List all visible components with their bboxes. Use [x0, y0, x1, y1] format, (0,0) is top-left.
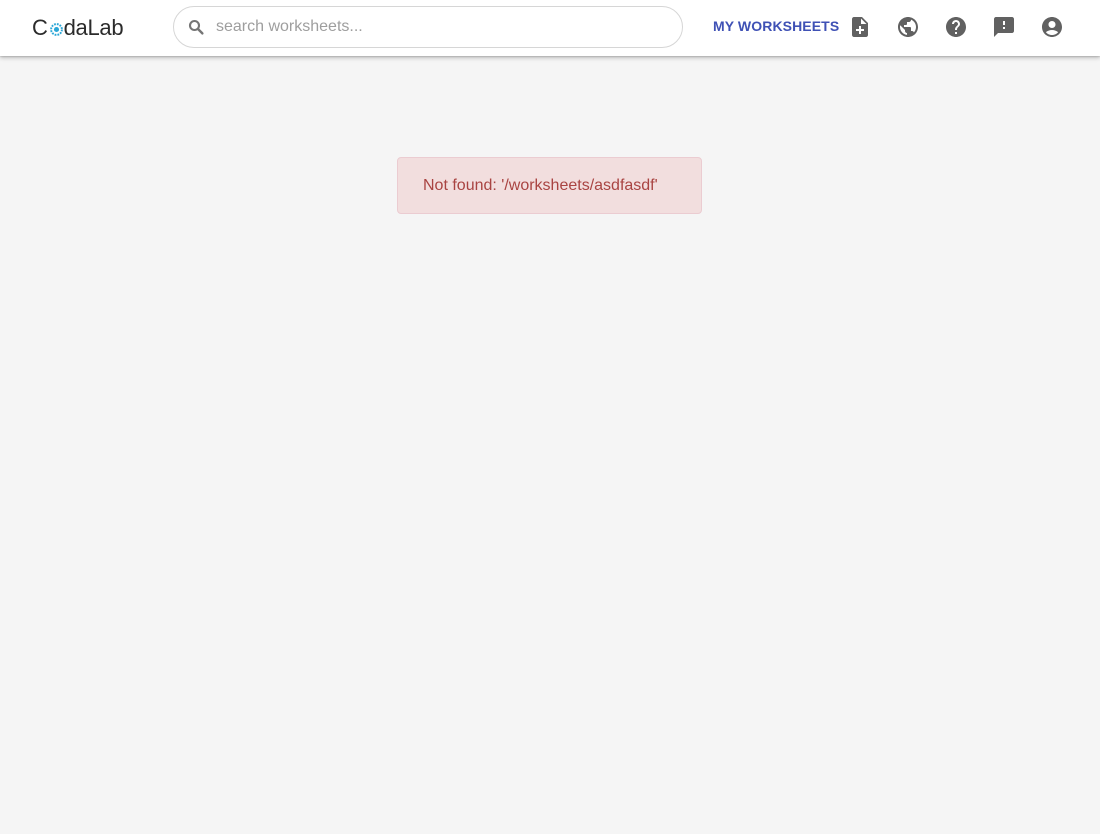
search-input[interactable] — [216, 13, 666, 41]
top-navigation-bar: C daLab MY WORKSHEETS — [0, 0, 1100, 56]
feedback-icon — [994, 17, 1014, 37]
gallery-button[interactable] — [895, 14, 921, 40]
logo-text-prefix: C — [32, 15, 48, 40]
new-worksheet-icon — [852, 17, 868, 37]
not-found-error-alert: Not found: '/worksheets/asdfasdf' — [397, 157, 702, 214]
help-button[interactable] — [943, 14, 969, 40]
search-box — [173, 6, 683, 48]
logo-gear-icon — [49, 22, 63, 36]
logo-text-suffix: daLab — [63, 15, 124, 40]
my-worksheets-link[interactable]: MY WORKSHEETS — [713, 18, 839, 34]
gallery-globe-icon — [898, 17, 918, 37]
error-message: Not found: '/worksheets/asdfasdf' — [423, 177, 658, 194]
new-worksheet-button[interactable] — [847, 14, 873, 40]
feedback-button[interactable] — [991, 14, 1017, 40]
help-icon — [946, 17, 966, 37]
codalab-logo[interactable]: C daLab — [32, 13, 124, 43]
search-icon — [188, 19, 204, 35]
account-button[interactable] — [1039, 14, 1065, 40]
account-icon — [1042, 17, 1062, 37]
